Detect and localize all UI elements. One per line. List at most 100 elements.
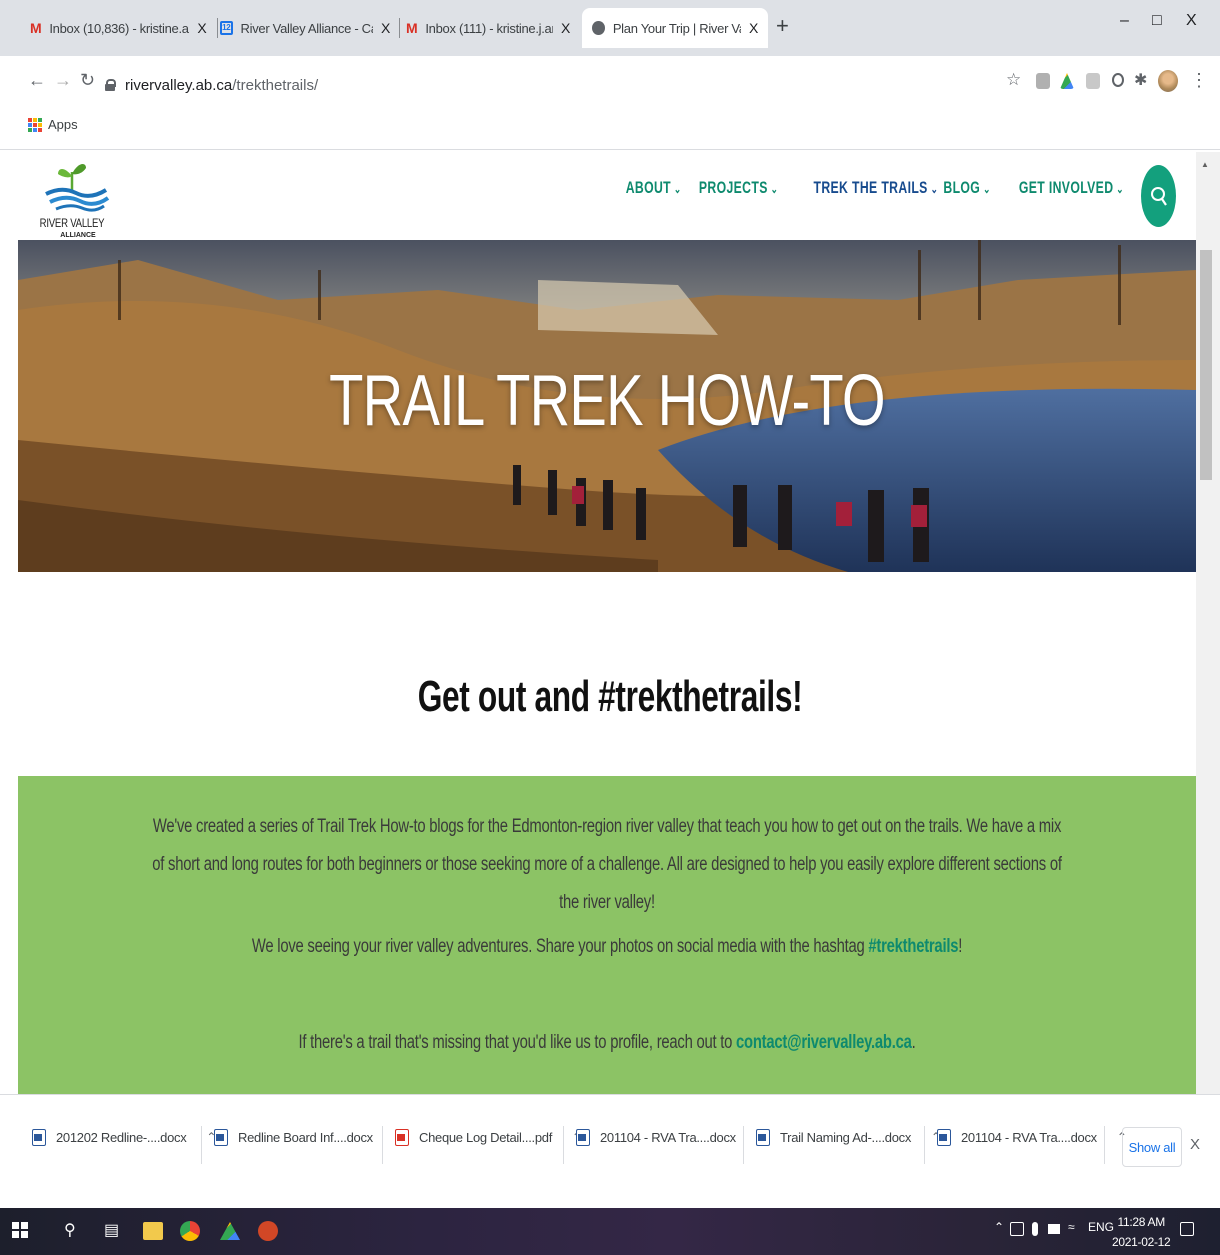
nav-label: BLOG: [943, 178, 981, 197]
extension-icon[interactable]: [1112, 73, 1124, 87]
reload-icon[interactable]: ↻: [80, 70, 95, 91]
new-tab-button[interactable]: +: [776, 15, 789, 37]
tray-app-icon[interactable]: [1010, 1222, 1024, 1236]
bookmarks-bar: [0, 110, 1220, 150]
wifi-icon[interactable]: ≈: [1068, 1220, 1075, 1234]
tray-chevron-icon[interactable]: ⌃: [994, 1220, 1004, 1234]
forward-arrow-icon[interactable]: →: [54, 70, 72, 91]
battery-icon[interactable]: [1048, 1224, 1060, 1234]
gmail-icon: M: [406, 20, 418, 36]
contact-text: If there's a trail that's missing that y…: [298, 1032, 737, 1053]
hashtag-paragraph: We love seeing your river valley adventu…: [148, 928, 1067, 966]
word-doc-icon: [937, 1128, 951, 1146]
tab-title: Inbox (111) - kristine.j.archibald@: [425, 20, 553, 36]
task-view-icon[interactable]: ▤: [104, 1220, 126, 1244]
nav-blog[interactable]: BLOG ⌄: [944, 178, 991, 198]
download-name: 201202 Redline-....docx: [56, 1129, 187, 1145]
tab-title: Plan Your Trip | River Valley Allian: [612, 20, 741, 36]
nav-label: ABOUT: [625, 178, 671, 197]
nav-trek-the-trails[interactable]: TREK THE TRAILS ⌄: [814, 178, 939, 198]
language-indicator[interactable]: ENG: [1088, 1220, 1114, 1234]
search-icon: [1150, 187, 1167, 206]
tab-close-icon[interactable]: X: [381, 20, 390, 36]
window-close-icon[interactable]: X: [1186, 12, 1197, 30]
contact-email-link[interactable]: contact@rivervalley.ab.ca: [736, 1032, 912, 1053]
pdf-file-icon: [395, 1128, 409, 1146]
lock-icon: [105, 79, 116, 91]
tab-close-icon[interactable]: X: [561, 20, 570, 36]
extension-icon[interactable]: [1086, 73, 1100, 89]
site-logo[interactable]: RIVER VALLEY ALLIANCE: [28, 160, 118, 239]
windows-start-icon[interactable]: [12, 1222, 28, 1238]
download-item[interactable]: 201202 Redline-....docx ⌃: [32, 1117, 216, 1157]
page-viewport: RIVER VALLEY ALLIANCE ABOUT ⌄ PROJECTS ⌄ T…: [0, 152, 1220, 1094]
apps-label: Apps: [48, 117, 78, 132]
menu-kebab-icon[interactable]: ⋮: [1190, 70, 1208, 91]
back-arrow-icon[interactable]: ←: [28, 70, 46, 91]
url-field[interactable]: rivervalley.ab.ca/trekthetrails/: [105, 71, 1005, 99]
hashtag-suffix: !: [958, 936, 963, 957]
search-icon[interactable]: ⚲: [64, 1220, 86, 1244]
nav-get-involved[interactable]: GET INVOLVED ⌄: [1019, 178, 1124, 198]
tab-plan-your-trip[interactable]: Plan Your Trip | River Valley Allian X: [582, 8, 768, 48]
hero-title: TRAIL TREK HOW-TO: [329, 361, 885, 441]
download-name: 201104 - RVA Tra....docx: [961, 1129, 1097, 1145]
download-item[interactable]: Cheque Log Detail....pdf⌃: [395, 1117, 582, 1157]
tab-close-icon[interactable]: X: [197, 20, 206, 36]
nav-about[interactable]: ABOUT ⌄: [625, 178, 681, 198]
download-item[interactable]: 201104 - RVA Tra....docx⌃: [576, 1117, 766, 1157]
clock-time: 11:28 AM: [1117, 1215, 1165, 1229]
close-downloads-icon[interactable]: X: [1190, 1136, 1200, 1153]
nav-projects[interactable]: PROJECTS ⌄: [699, 178, 778, 198]
word-doc-icon: [756, 1128, 770, 1146]
taskbar-clock[interactable]: 11:28 AM 2021-02-12: [1112, 1212, 1171, 1252]
chevron-down-icon: ⌄: [770, 182, 779, 196]
tab-title: River Valley Alliance - Calendar -: [240, 20, 373, 36]
puzzle-icon[interactable]: ✱: [1134, 70, 1147, 90]
scrollbar-thumb[interactable]: [1200, 250, 1212, 480]
contact-suffix: .: [911, 1032, 916, 1053]
apps-bookmark[interactable]: Apps: [28, 117, 78, 132]
tab-gmail-inbox-1[interactable]: M Inbox (10,836) - kristine.archibald X: [20, 8, 218, 48]
calendar-icon: 12: [220, 21, 233, 35]
word-doc-icon: [576, 1128, 590, 1146]
download-item[interactable]: Redline Board Inf....docx⌃: [214, 1117, 403, 1157]
contact-paragraph: If there's a trail that's missing that y…: [148, 1024, 1067, 1062]
download-name: Trail Naming Ad-....docx: [780, 1129, 912, 1145]
scroll-up-icon[interactable]: ▲: [1201, 160, 1209, 169]
notifications-icon[interactable]: [1180, 1222, 1194, 1236]
logo-subtext: ALLIANCE: [60, 232, 96, 239]
download-name: Cheque Log Detail....pdf: [419, 1129, 553, 1145]
tab-gmail-inbox-2[interactable]: M Inbox (111) - kristine.j.archibald@ X: [396, 8, 580, 48]
avatar[interactable]: [1158, 70, 1178, 92]
download-name: 201104 - RVA Tra....docx: [600, 1129, 736, 1145]
tab-bar: M Inbox (10,836) - kristine.archibald X …: [0, 0, 1220, 56]
word-doc-icon: [32, 1128, 46, 1146]
site-header: RIVER VALLEY ALLIANCE ABOUT ⌄ PROJECTS ⌄ T…: [18, 152, 1196, 240]
download-item[interactable]: 201104 - RVA Tra....docx⌃: [937, 1117, 1127, 1157]
page-heading: Get out and #trekthetrails!: [417, 672, 803, 721]
chevron-down-icon: ⌄: [983, 182, 992, 196]
tab-title: Inbox (10,836) - kristine.archibald: [49, 20, 189, 36]
nav-label: TREK THE TRAILS: [813, 178, 928, 197]
tab-close-icon[interactable]: X: [749, 20, 758, 36]
bookmark-star-icon[interactable]: ☆: [1006, 70, 1021, 90]
microphone-icon[interactable]: [1032, 1222, 1038, 1236]
apps-grid-icon: [28, 117, 42, 132]
show-all-downloads-button[interactable]: Show all: [1122, 1127, 1182, 1167]
extension-icon[interactable]: [1036, 73, 1050, 89]
hashtag-link[interactable]: #trekthetrails: [868, 936, 958, 957]
download-item[interactable]: Trail Naming Ad-....docx ⌃: [756, 1117, 941, 1157]
main-nav: ABOUT ⌄ PROJECTS ⌄ TREK THE TRAILS ⌄ BLOG ⌄ …: [625, 178, 1124, 198]
river-valley-logo-icon: [45, 164, 110, 212]
tab-calendar[interactable]: 12 River Valley Alliance - Calendar - X: [210, 8, 400, 48]
maximize-icon[interactable]: □: [1152, 12, 1162, 30]
logo-text: RIVER VALLEY: [39, 216, 105, 230]
file-explorer-icon[interactable]: [143, 1222, 163, 1240]
hashtag-text: We love seeing your river valley adventu…: [251, 936, 869, 957]
minimize-icon[interactable]: –: [1120, 12, 1129, 30]
search-button[interactable]: [1141, 165, 1176, 227]
powerpoint-icon[interactable]: [258, 1221, 278, 1241]
hero-banner: TRAIL TREK HOW-TO: [18, 240, 1196, 572]
chrome-icon[interactable]: [180, 1221, 200, 1241]
